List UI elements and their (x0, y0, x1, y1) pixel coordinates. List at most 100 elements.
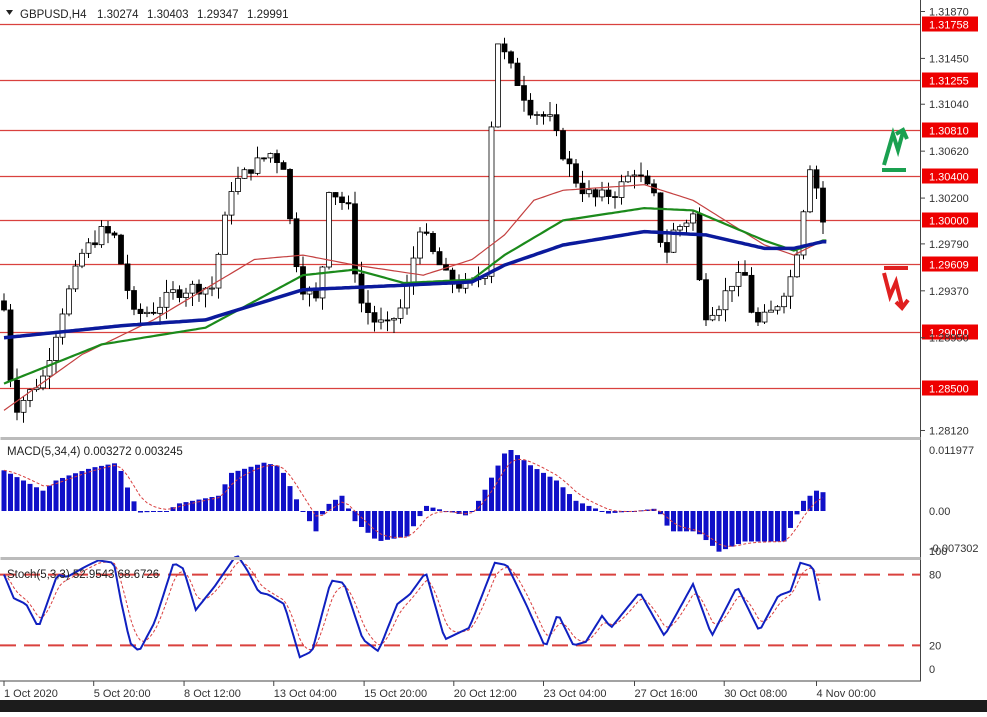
macd-bar (34, 487, 39, 511)
price-tick-label: 1.31450 (929, 53, 969, 65)
price-tick-label: 1.29370 (929, 286, 969, 298)
macd-bar (151, 511, 156, 512)
time-label: 1 Oct 2020 (4, 688, 58, 700)
macd-bar (398, 511, 403, 538)
bear-candle (105, 226, 111, 234)
chart-canvas: 1.31758 1.31255 1.30810 1.30400 1.30000 1.296… (0, 0, 987, 712)
macd-bar (814, 490, 819, 511)
macd-bar (690, 511, 696, 532)
bear-candle (703, 279, 709, 321)
macd-bar (313, 511, 319, 532)
bear-candle (313, 290, 319, 299)
ohlc-high: 1.30403 (147, 9, 189, 21)
bear-candle (696, 213, 703, 281)
macd-bar (736, 511, 741, 545)
macd-bar (781, 511, 787, 542)
bear-candle (813, 169, 820, 189)
price-tick-label: 1.30620 (929, 146, 969, 158)
macd-bar (794, 511, 800, 515)
bull-candle (417, 231, 423, 259)
macd-bar (606, 511, 611, 514)
time-label: 13 Oct 04:00 (274, 688, 337, 700)
bull-candle (20, 399, 27, 413)
macd-bar (183, 502, 189, 511)
macd-bar (508, 450, 514, 511)
macd-bar (86, 468, 91, 511)
bear-candle (508, 51, 514, 64)
bull-candle (267, 153, 274, 159)
level-label: 1.28500 (929, 384, 969, 396)
bull-candle (495, 43, 501, 128)
macd-bar (359, 511, 364, 527)
macd-bar (424, 505, 429, 511)
bear-candle (371, 312, 378, 323)
bear-candle (261, 157, 267, 160)
bull-candle (46, 360, 53, 377)
macd-bar (157, 511, 163, 512)
price-tick-label: 1.31040 (929, 99, 969, 111)
macd-bar (144, 511, 150, 513)
ohlc-open: 1.30274 (97, 9, 139, 21)
macd-bar (307, 511, 312, 522)
macd-bar (112, 463, 117, 511)
macd-bar (476, 500, 481, 511)
bear-candle (573, 163, 579, 184)
bear-candle (1, 300, 7, 311)
bear-candle (664, 242, 670, 253)
price-tick-label: 1.29790 (929, 239, 969, 251)
time-label: 4 Nov 00:00 (817, 688, 876, 700)
bear-candle (755, 311, 761, 323)
macd-bar (502, 453, 507, 511)
bull-candle (170, 289, 176, 293)
ohlc-close: 1.29991 (247, 9, 289, 21)
macd-bar (807, 495, 813, 511)
bear-candle (384, 319, 391, 322)
bear-candle (14, 379, 20, 413)
bull-candle (599, 189, 605, 198)
macd-bar (404, 511, 410, 537)
bear-candle (527, 99, 534, 116)
bull-candle (677, 226, 683, 231)
macd-bar (768, 511, 774, 542)
macd-bar (755, 511, 761, 542)
macd-bar (138, 511, 143, 513)
bear-candle (820, 187, 826, 223)
bull-candle (228, 191, 235, 216)
macd-bar (14, 477, 20, 511)
bear-candle (287, 169, 293, 220)
bear-candle (657, 192, 664, 243)
bull-candle (163, 291, 170, 308)
macd-bar (27, 483, 33, 511)
bear-candle (644, 175, 651, 185)
bull-candle (683, 222, 690, 227)
macd-bar (710, 511, 715, 546)
bull-candle (254, 157, 261, 174)
bear-candle (521, 85, 527, 101)
bull-candle (157, 306, 163, 314)
bull-candle (215, 253, 222, 289)
bull-candle (72, 265, 79, 290)
bear-candle (131, 290, 137, 310)
macd-bar (820, 492, 826, 511)
macd-bar (53, 480, 59, 511)
level-label: 1.29609 (929, 260, 969, 272)
bear-candle (612, 196, 618, 198)
macd-bar (495, 465, 501, 511)
bull-candle (59, 313, 66, 338)
trading-chart-window: 1.31758 1.31255 1.30810 1.30400 1.30000 1.296… (0, 0, 987, 712)
bear-candle (280, 162, 287, 170)
macd-bar (541, 472, 546, 511)
macd-bar (339, 495, 345, 511)
bear-candle (274, 153, 280, 163)
bear-candle (293, 218, 300, 268)
bull-candle (774, 306, 781, 311)
macd-bar (79, 471, 85, 511)
chart-header: GBPUSD,H4 1.30274 1.30403 1.29347 1.2999… (6, 9, 289, 21)
time-label: 30 Oct 08:00 (724, 688, 787, 700)
bull-candle (319, 266, 326, 299)
bear-candle (137, 308, 144, 314)
macd-bar (534, 469, 540, 511)
bull-candle (631, 174, 638, 177)
macd-bar (294, 499, 299, 511)
time-label: 8 Oct 12:00 (184, 688, 241, 700)
